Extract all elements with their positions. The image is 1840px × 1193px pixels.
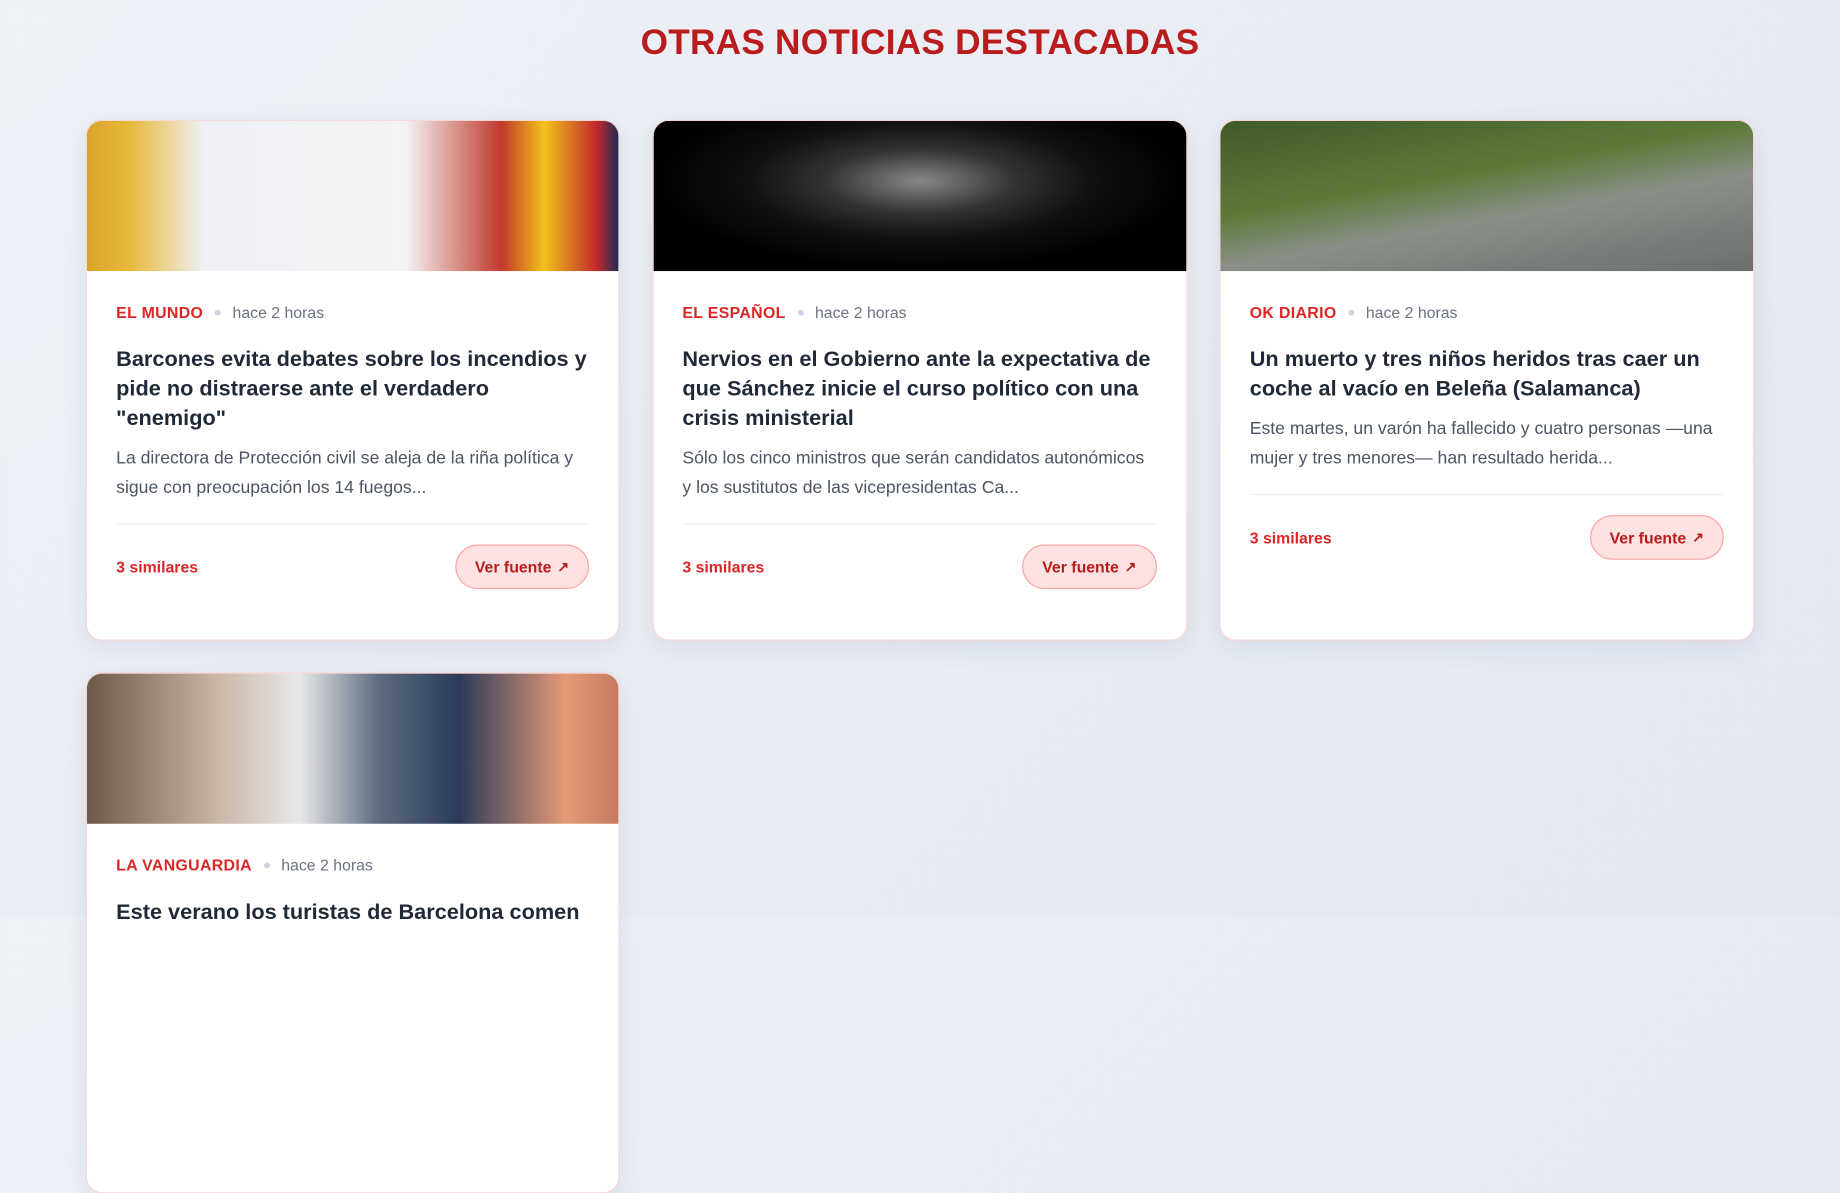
news-title[interactable]: Un muerto y tres niños heridos tras caer… xyxy=(1250,344,1724,403)
news-image[interactable] xyxy=(653,120,1186,272)
news-source: OK DIARIO xyxy=(1249,303,1337,321)
news-excerpt: La directora de Protección civil se alej… xyxy=(116,448,574,498)
separator-dot xyxy=(214,309,221,316)
news-grid: EL MUNDO hace 2 horas Barcones evita deba… xyxy=(85,119,1755,1193)
news-time: hace 2 horas xyxy=(1365,303,1458,321)
news-image[interactable] xyxy=(86,673,619,824)
news-time: hace 2 horas xyxy=(814,303,907,321)
similar-count-link[interactable]: 3 similares xyxy=(682,558,764,576)
separator-dot xyxy=(797,309,804,316)
news-excerpt: Sólo los cinco ministros que serán candi… xyxy=(682,448,1145,498)
news-card[interactable]: EL MUNDO hace 2 horas Barcones evita deba… xyxy=(85,119,620,641)
news-excerpt: Este martes, un varón ha fallecido y cua… xyxy=(1249,418,1713,469)
news-source: EL ESPAÑOL xyxy=(682,303,786,321)
news-title[interactable]: Nervios en el Gobierno ante la expectati… xyxy=(682,344,1156,432)
news-time: hace 2 horas xyxy=(232,303,325,321)
similar-count-link[interactable]: 3 similares xyxy=(1250,529,1332,547)
news-card[interactable]: LA VANGUARDIA hace 2 horas Este verano lo… xyxy=(85,672,620,1193)
news-title[interactable]: Barcones evita debates sobre los incendi… xyxy=(116,344,589,432)
section-title: OTRAS NOTICIAS DESTACADAS xyxy=(640,23,1200,63)
button-label: Ver fuente xyxy=(1042,557,1119,576)
button-label: Ver fuente xyxy=(474,557,552,576)
button-label: Ver fuente xyxy=(1609,528,1687,547)
news-time: hace 2 horas xyxy=(281,856,373,874)
separator-dot xyxy=(263,861,270,868)
view-source-button[interactable]: Ver fuente ↗ xyxy=(454,544,590,590)
news-image[interactable] xyxy=(1220,120,1754,272)
news-source: LA VANGUARDIA xyxy=(116,856,252,874)
separator-dot xyxy=(1348,309,1355,316)
page: OTRAS NOTICIAS DESTACADAS EL MUNDO hace 2… xyxy=(0,0,1840,1193)
view-source-button[interactable]: Ver fuente ↗ xyxy=(1589,515,1724,560)
news-image[interactable] xyxy=(86,120,619,272)
news-title[interactable]: Este verano los turistas de Barcelona co… xyxy=(116,897,589,926)
external-link-icon: ↗ xyxy=(557,558,570,576)
external-link-icon: ↗ xyxy=(1692,529,1704,546)
news-source: EL MUNDO xyxy=(116,303,204,321)
view-source-button[interactable]: Ver fuente ↗ xyxy=(1022,544,1157,590)
news-card[interactable]: EL ESPAÑOL hace 2 horas Nervios en el Gob… xyxy=(651,119,1187,641)
external-link-icon: ↗ xyxy=(1124,558,1137,576)
news-card[interactable]: OK DIARIO hace 2 horas Un muerto y tres n… xyxy=(1219,119,1755,641)
similar-count-link[interactable]: 3 similares xyxy=(116,558,198,576)
